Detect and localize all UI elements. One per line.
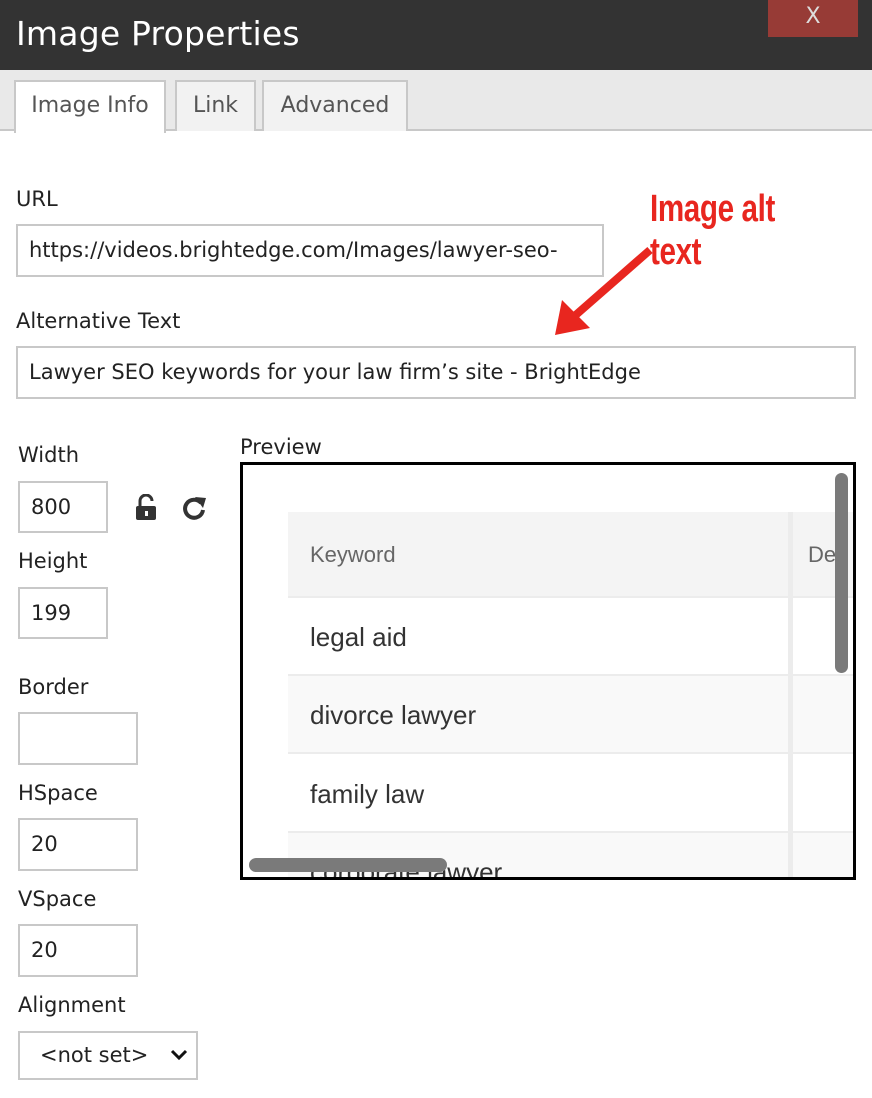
close-button[interactable]: X bbox=[768, 0, 858, 37]
column-divider bbox=[788, 512, 793, 877]
header-keyword: Keyword bbox=[310, 542, 396, 567]
tab-link[interactable]: Link bbox=[175, 80, 256, 131]
tab-bar: Image Info Link Advanced bbox=[0, 70, 872, 133]
alignment-select[interactable]: <not set> bbox=[18, 1031, 198, 1080]
preview-label: Preview bbox=[240, 435, 322, 459]
vspace-input[interactable]: 20 bbox=[18, 924, 138, 977]
hspace-input[interactable]: 20 bbox=[18, 818, 138, 871]
table-header: Keyword Dec bbox=[288, 512, 853, 598]
vertical-scrollbar[interactable] bbox=[835, 473, 848, 673]
alt-text-input[interactable]: Lawyer SEO keywords for your law firm’s … bbox=[16, 346, 856, 399]
horizontal-scrollbar[interactable] bbox=[249, 858, 447, 872]
url-input[interactable]: https://videos.brightedge.com/Images/law… bbox=[16, 224, 604, 277]
alignment-label: Alignment bbox=[18, 993, 126, 1017]
row-keyword: divorce lawyer bbox=[310, 700, 477, 730]
unlock-icon[interactable] bbox=[135, 494, 159, 522]
height-input[interactable]: 199 bbox=[18, 587, 108, 639]
border-input[interactable] bbox=[18, 712, 138, 765]
annotation-label: Image alt text bbox=[650, 188, 775, 273]
preview-pane: Keyword Dec legal aid divorce lawyer fam… bbox=[240, 462, 856, 880]
chevron-down-icon bbox=[170, 1049, 188, 1061]
refresh-icon[interactable] bbox=[181, 495, 207, 521]
tab-advanced[interactable]: Advanced bbox=[262, 80, 408, 131]
table-row: family law bbox=[288, 755, 853, 833]
border-label: Border bbox=[18, 675, 89, 699]
alignment-value: <not set> bbox=[40, 1043, 149, 1067]
table-row: divorce lawyer bbox=[288, 676, 853, 754]
table-row: legal aid bbox=[288, 598, 853, 676]
dialog-title: Image Properties bbox=[16, 14, 300, 53]
tab-image-info[interactable]: Image Info bbox=[14, 80, 166, 133]
width-input[interactable]: 800 bbox=[18, 481, 108, 533]
alt-text-label: Alternative Text bbox=[16, 309, 181, 333]
height-label: Height bbox=[18, 549, 88, 573]
vspace-label: VSpace bbox=[18, 887, 97, 911]
row-keyword: legal aid bbox=[310, 622, 407, 652]
hspace-label: HSpace bbox=[18, 781, 98, 805]
table-row: corporate lawyer bbox=[288, 833, 853, 877]
url-label: URL bbox=[16, 187, 58, 211]
width-label: Width bbox=[18, 443, 80, 467]
annotation-arrow-icon bbox=[555, 246, 653, 335]
row-keyword: family law bbox=[310, 779, 425, 809]
